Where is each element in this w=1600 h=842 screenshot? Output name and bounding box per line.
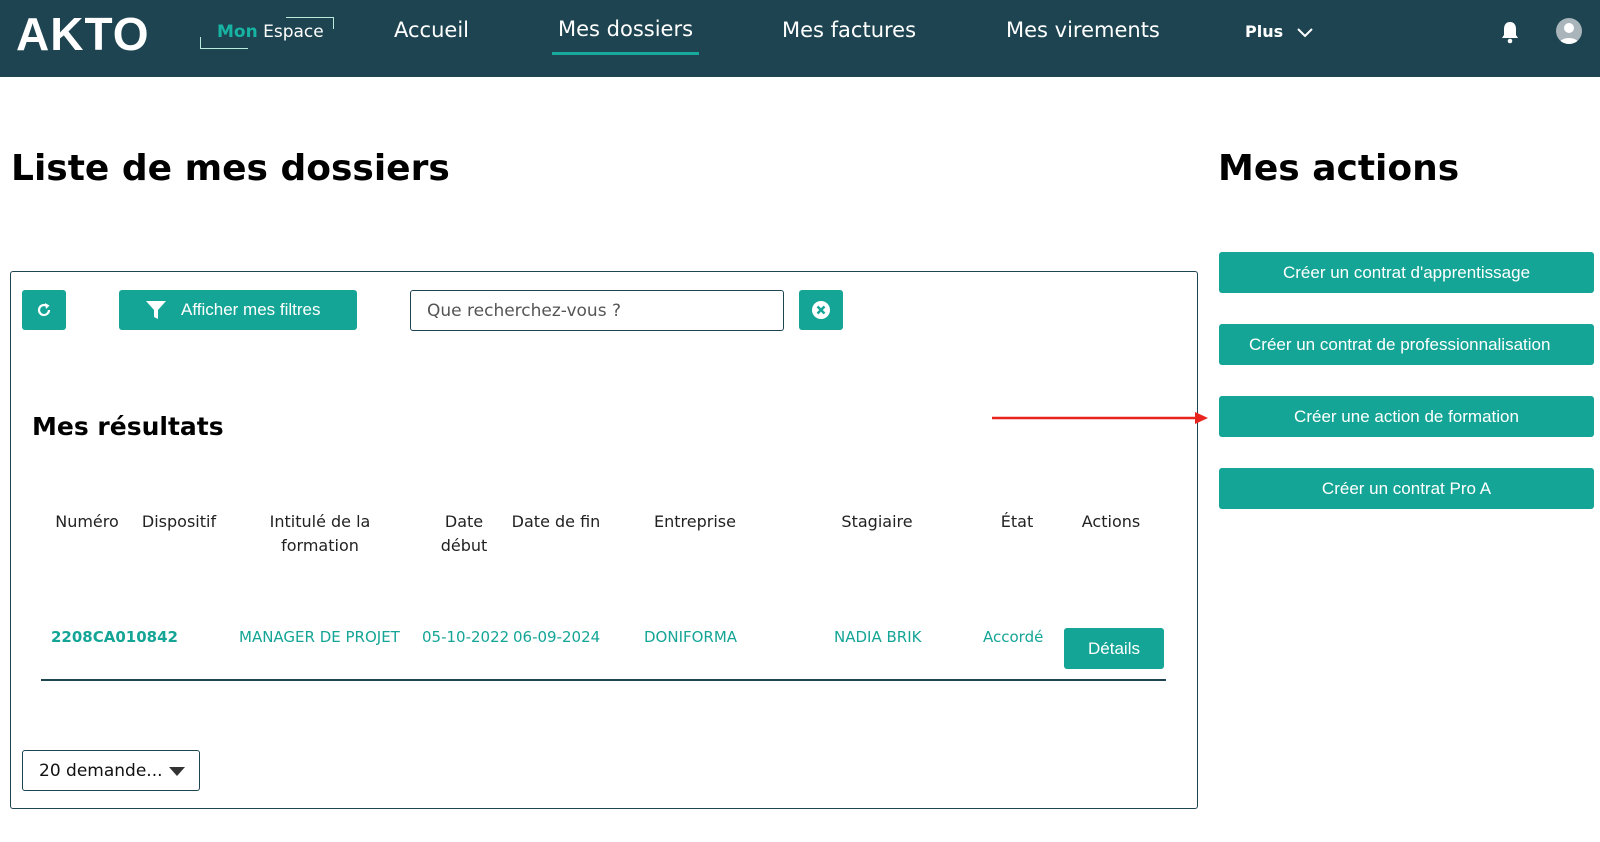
akto-logo[interactable]: AKTO (16, 8, 150, 60)
mon-espace-label: Mon Espace (200, 17, 334, 49)
create-training-action-button[interactable]: Créer une action de formation (1219, 396, 1594, 437)
refresh-icon (37, 303, 51, 317)
user-avatar-icon[interactable] (1556, 18, 1582, 44)
close-circle-icon (812, 301, 830, 319)
create-apprenticeship-contract-button[interactable]: Créer un contrat d'apprentissage (1219, 252, 1594, 293)
page-title: Liste de mes dossiers (11, 148, 450, 189)
annotation-arrow-icon (992, 412, 1208, 424)
refresh-button[interactable] (22, 290, 66, 330)
create-professionalization-contract-button[interactable]: Créer un contrat de professionnalisation (1219, 324, 1594, 365)
top-navbar: AKTO Mon Espace Accueil Mes dossiers Mes… (0, 0, 1600, 77)
caret-down-icon (169, 767, 185, 776)
column-header-stagiaire[interactable]: Stagiaire (831, 510, 923, 534)
page-size-value: 20 demande... (39, 760, 163, 781)
clear-search-button[interactable] (799, 290, 843, 330)
column-header-dispositif[interactable]: Dispositif (139, 510, 219, 534)
column-header-numero[interactable]: Numéro (51, 510, 123, 534)
bell-icon[interactable] (1498, 20, 1522, 48)
column-header-date-debut[interactable]: Date début (436, 510, 492, 558)
chevron-down-icon (1296, 27, 1313, 37)
cell-intitule: MANAGER DE PROJET (239, 628, 400, 646)
page-size-select[interactable]: 20 demande... (22, 750, 200, 791)
nav-mes-dossiers[interactable]: Mes dossiers (552, 17, 700, 55)
actions-title: Mes actions (1218, 148, 1460, 189)
nav-mes-virements[interactable]: Mes virements (1006, 18, 1160, 42)
mon-label: Mon (217, 22, 258, 42)
column-header-etat[interactable]: État (995, 510, 1039, 534)
show-filters-label: Afficher mes filtres (181, 300, 321, 319)
column-header-date-fin[interactable]: Date de fin (506, 510, 606, 534)
nav-plus-label: Plus (1245, 22, 1284, 41)
create-pro-a-contract-button[interactable]: Créer un contrat Pro A (1219, 468, 1594, 509)
nav-plus-menu[interactable]: Plus (1245, 22, 1313, 41)
column-header-entreprise[interactable]: Entreprise (647, 510, 743, 534)
row-divider (41, 679, 1166, 681)
cell-date-debut: 05-10-2022 (422, 628, 510, 646)
cell-date-fin: 06-09-2024 (513, 628, 601, 646)
nav-mes-factures[interactable]: Mes factures (782, 18, 916, 42)
search-input[interactable] (410, 290, 784, 331)
details-button[interactable]: Détails (1064, 628, 1164, 669)
show-filters-button[interactable]: Afficher mes filtres (119, 290, 357, 330)
cell-numero[interactable]: 2208CA010842 (51, 628, 178, 646)
nav-accueil[interactable]: Accueil (394, 18, 469, 42)
column-header-actions: Actions (1081, 512, 1141, 531)
dossiers-panel: Afficher mes filtres Mes résultats Numér… (10, 271, 1198, 809)
column-header-intitule[interactable]: Intitulé de la formation (261, 510, 379, 558)
cell-entreprise: DONIFORMA (644, 628, 738, 646)
espace-label: Espace (263, 22, 324, 42)
cell-etat: Accordé (983, 628, 1044, 646)
results-title: Mes résultats (32, 412, 224, 441)
cell-stagiaire: NADIA BRIK (834, 628, 922, 646)
filter-icon (146, 301, 166, 319)
